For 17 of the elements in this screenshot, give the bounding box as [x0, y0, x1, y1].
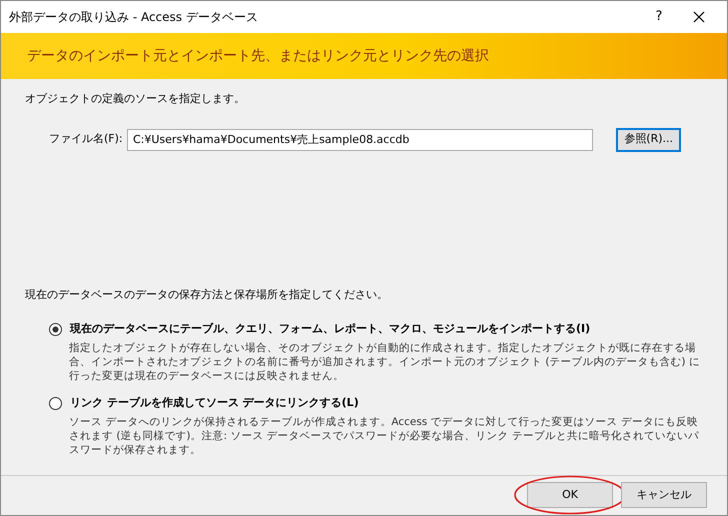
instruction-text: 現在のデータベースのデータの保存方法と保存場所を指定してください。 [25, 286, 389, 302]
option-description: ソース データへのリンクが保持されるテーブルが作成されます。Access でデータに対して行った変更はソース データにも反映されます (逆も同様です)。注意: ソース データベースでパスワードが必要な場合、リンク テーブルと共に暗号化されていないパスワードが保存されます。 [68, 414, 700, 458]
help-button[interactable]: ? [639, 3, 679, 31]
option-label[interactable]: 現在のデータベースにテーブル、クエリ、フォーム、レポート、マクロ、モジュールをインポートする(I) [70, 321, 590, 338]
ok-button[interactable]: OK [527, 482, 613, 508]
instruction-text: オブジェクトの定義のソースを指定します。 [25, 91, 246, 107]
banner-title: データのインポート元とインポート先、またはリンク元とリンク先の選択 [27, 46, 489, 66]
radio-button[interactable] [49, 396, 62, 410]
option-description: 指定したオブジェクトが存在しない場合、そのオブジェクトが自動的に作成されます。指定したオブジェクトが既に存在する場合、インポートされたオブジェクトの名前に番号が追加されます。インポート元のオブジェクト (テーブル内のデータも含む) に行った変更は現在のデータベースには反映されません。 [68, 340, 701, 384]
radio-button[interactable] [49, 322, 62, 336]
browse-button[interactable]: 参照(R)... [616, 128, 681, 152]
close-icon [693, 11, 705, 23]
cancel-button[interactable]: キャンセル [621, 482, 707, 508]
file-name-label: ファイル名(F): [49, 131, 124, 148]
option-label[interactable]: リンク テーブルを作成してソース データにリンクする(L) [70, 395, 359, 412]
window-title: 外部データの取り込み - Access データベース [9, 9, 258, 26]
file-path-field[interactable]: C:¥Users¥hama¥Documents¥売上sample08.accdb [127, 128, 593, 150]
